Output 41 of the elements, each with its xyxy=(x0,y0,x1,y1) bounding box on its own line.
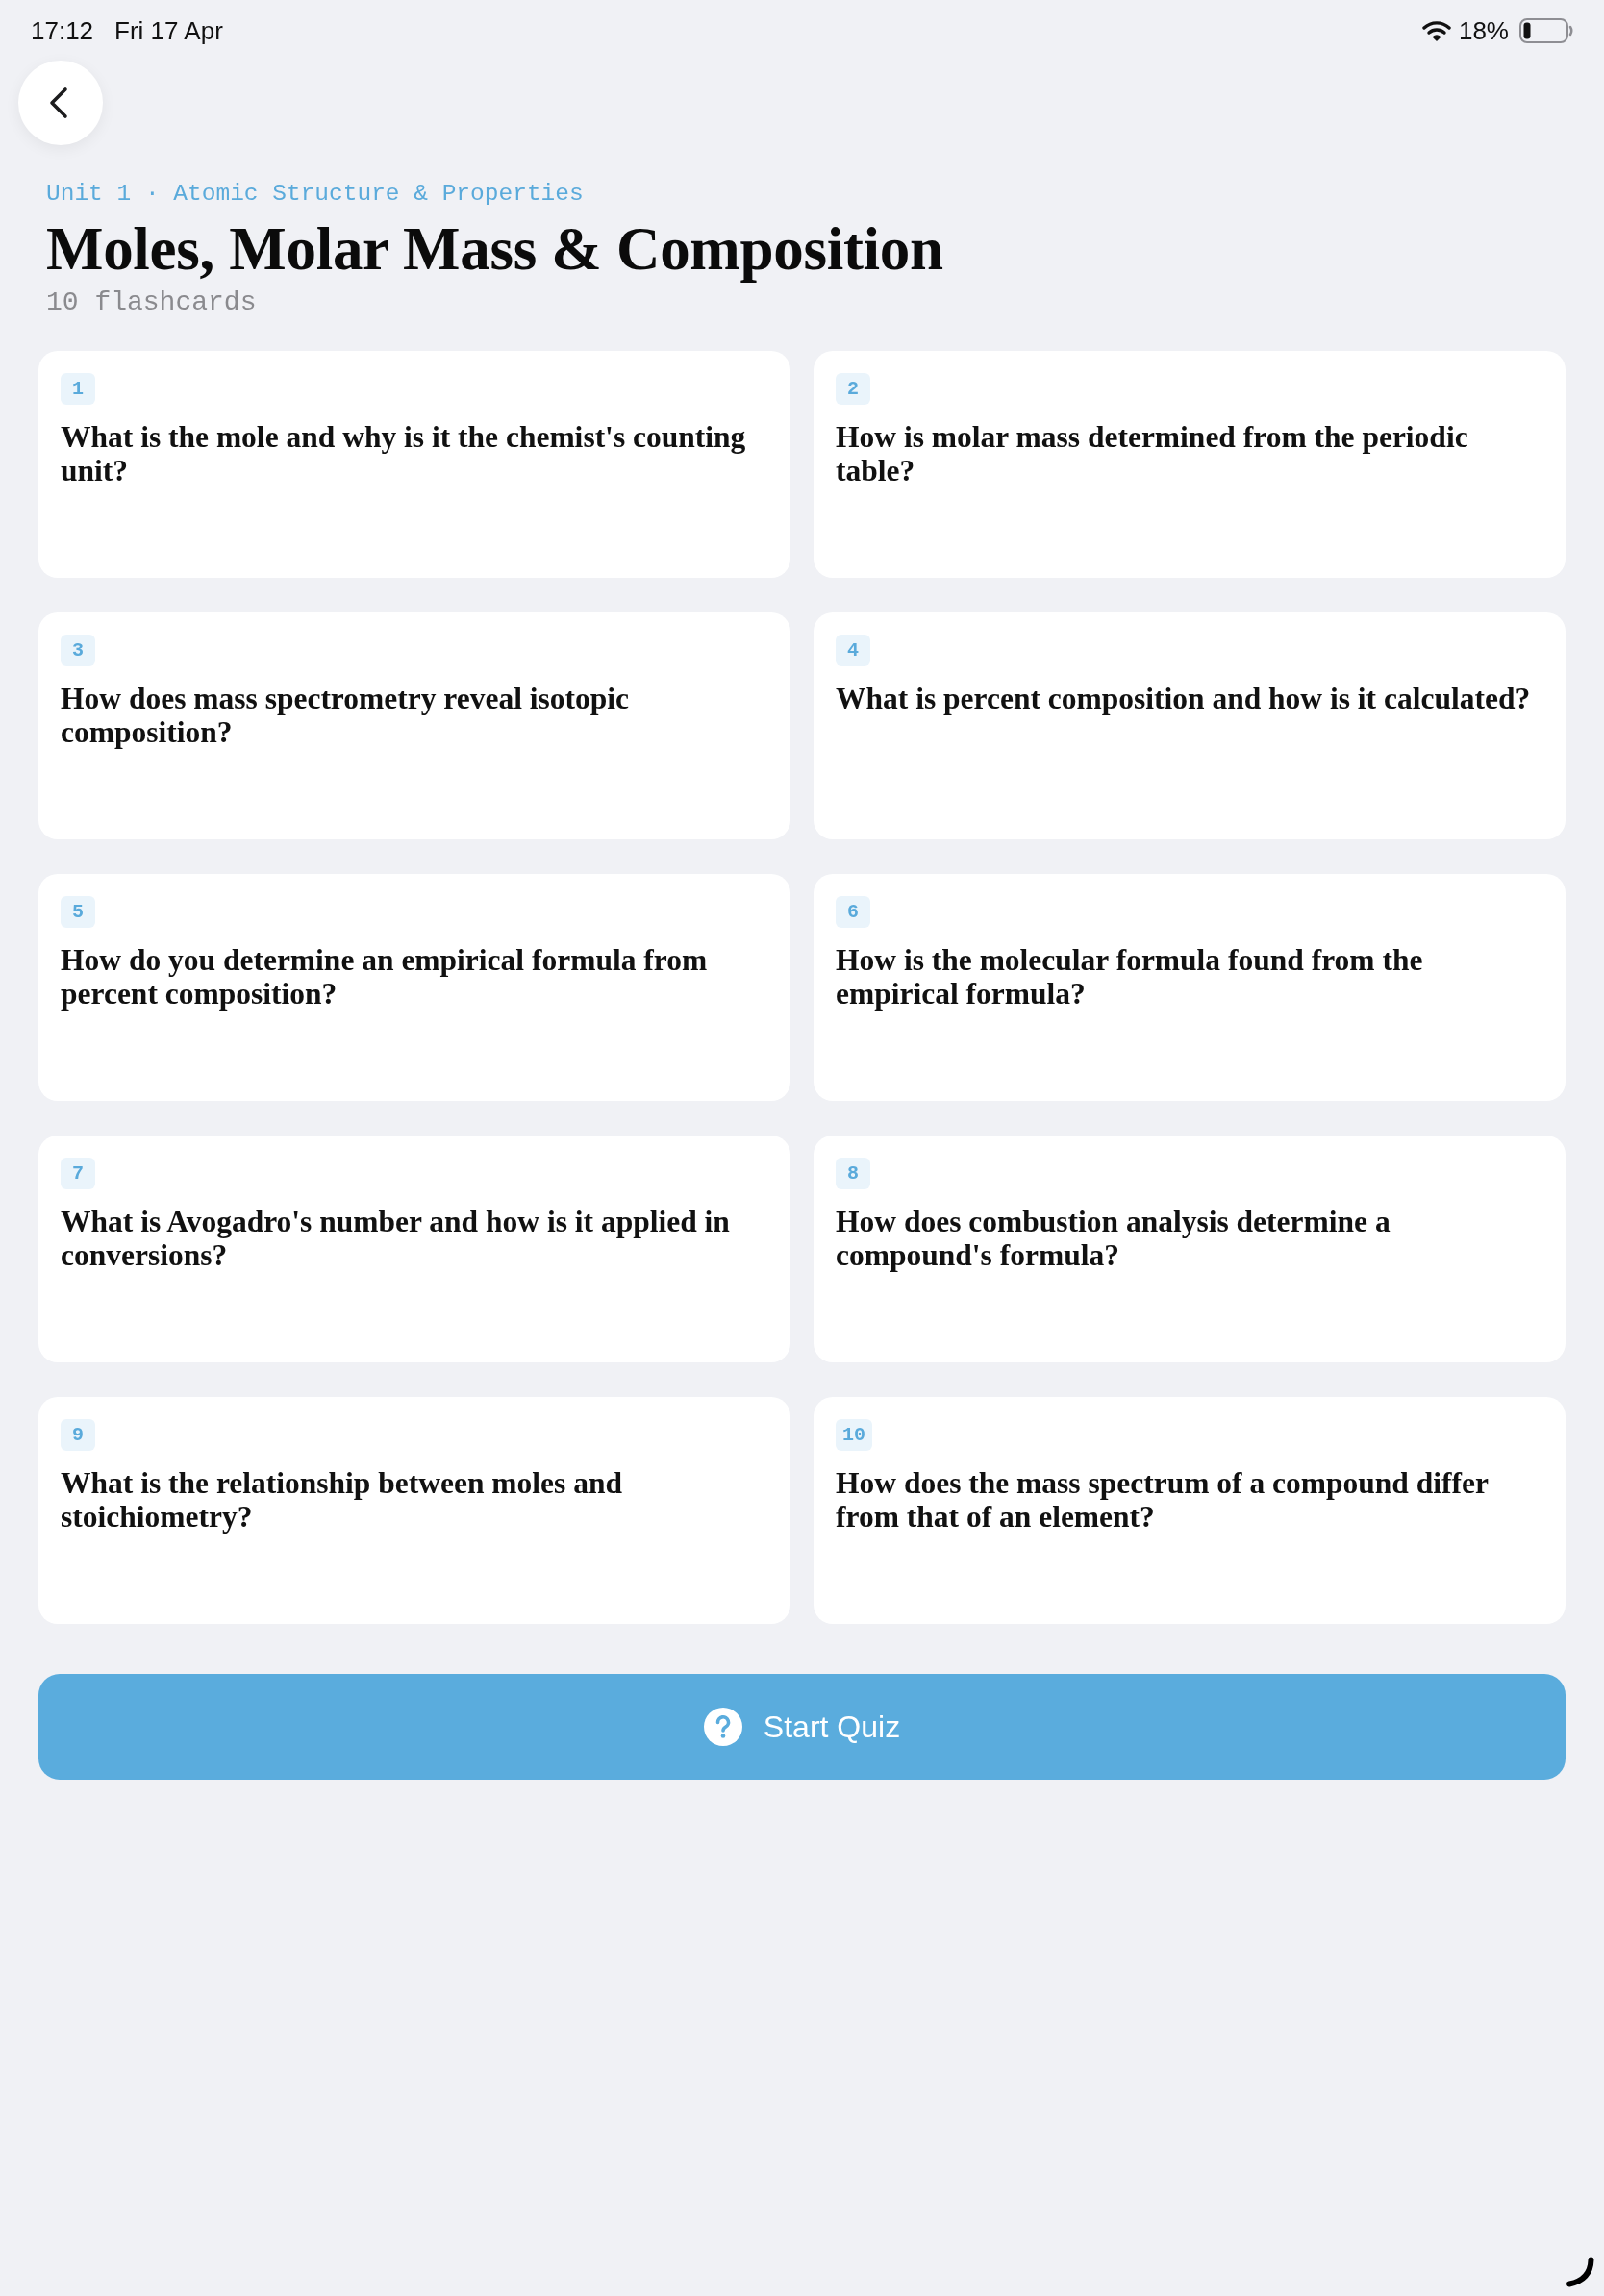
card-number: 2 xyxy=(836,373,870,405)
flashcard[interactable]: 6 How is the molecular formula found from the empirical formula? xyxy=(814,874,1566,1101)
card-number: 7 xyxy=(61,1158,95,1189)
flashcard[interactable]: 5 How do you determine an empirical formula from percent composition? xyxy=(38,874,790,1101)
flashcard-count: 10 flashcards xyxy=(46,287,257,318)
question-text: How does combustion analysis determine a compound's formula? xyxy=(836,1205,1391,1272)
question-text: How does the mass spectrum of a compound differ from that of an element? xyxy=(836,1466,1490,1534)
card-number: 4 xyxy=(836,635,870,666)
flashcard[interactable]: 7 What is Avogadro's number and how is it applied in conversions? xyxy=(38,1136,790,1362)
flashcard[interactable]: 9 What is the relationship between moles and stoichiometry? xyxy=(38,1397,790,1624)
help-icon xyxy=(703,1708,742,1746)
card-number: 5 xyxy=(61,896,95,928)
question-text: How is the molecular formula found from the empirical formula? xyxy=(836,943,1424,1011)
question-text: What is percent composition and how is it calculated? xyxy=(836,682,1531,715)
status-time: 17:12 xyxy=(31,14,94,47)
question-text: How does mass spectrometry reveal isotopic composition? xyxy=(61,682,631,749)
flashcard[interactable]: 10 How does the mass spectrum of a compound differ from that of an element? xyxy=(814,1397,1566,1624)
question-text: How is molar mass determined from the periodic table? xyxy=(836,420,1469,487)
flashcard[interactable]: 8 How does combustion analysis determine a compound's formula? xyxy=(814,1136,1566,1362)
flashcard[interactable]: 2 How is molar mass determined from the periodic table? xyxy=(814,351,1566,578)
battery-icon xyxy=(1519,18,1573,43)
resize-handle-icon[interactable] xyxy=(1566,2257,1594,2287)
flashcard[interactable]: 1 What is the mole and why is it the chemist's counting unit? xyxy=(38,351,790,578)
card-number: 9 xyxy=(61,1419,95,1451)
wifi-icon xyxy=(1421,20,1451,41)
card-number: 1 xyxy=(61,373,95,405)
flashcard[interactable]: 4 What is percent composition and how is it calculated? xyxy=(814,612,1566,839)
breadcrumb: Unit 1 · Atomic Structure & Properties xyxy=(46,180,584,209)
question-text: What is the mole and why is it the chemist's counting unit? xyxy=(61,420,747,487)
card-number: 8 xyxy=(836,1158,870,1189)
card-number: 3 xyxy=(61,635,95,666)
question-text: What is the relationship between moles and stoichiometry? xyxy=(61,1466,623,1534)
card-number: 10 xyxy=(836,1419,872,1451)
status-date: Fri 17 Apr xyxy=(114,14,223,47)
flashcard[interactable]: 3 How does mass spectrometry reveal isotopic composition? xyxy=(38,612,790,839)
battery-percent: 18% xyxy=(1458,14,1509,47)
back-icon xyxy=(49,87,68,119)
question-text: What is Avogadro's number and how is it applied in conversions? xyxy=(61,1205,731,1272)
card-number: 6 xyxy=(836,896,870,928)
question-text: How do you determine an empirical formula from percent composition? xyxy=(61,943,709,1011)
page-title: Moles, Molar Mass & Composition xyxy=(46,216,943,282)
